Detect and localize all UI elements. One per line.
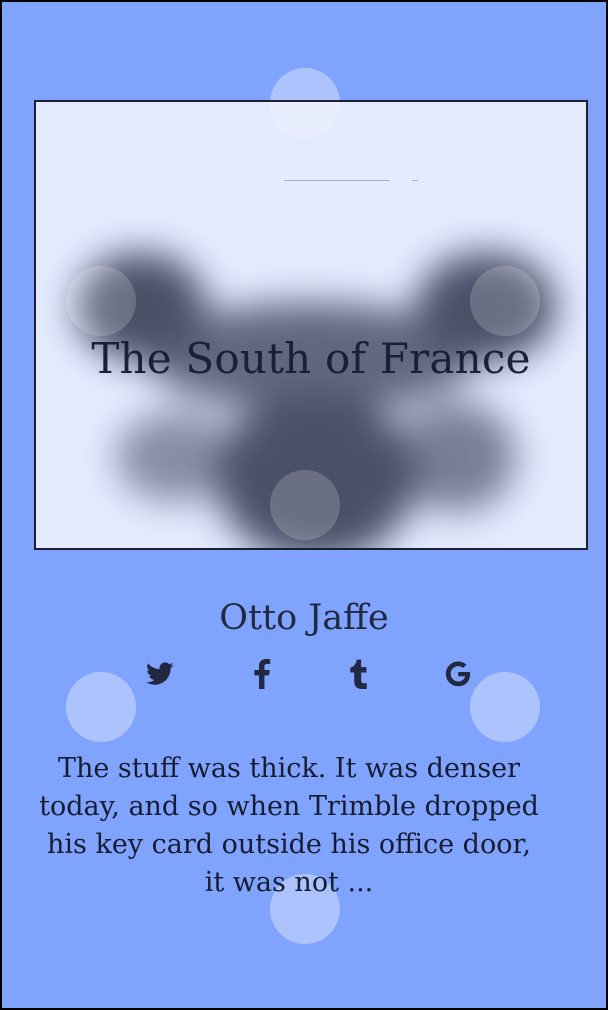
google-icon: [445, 661, 471, 687]
book-cover[interactable]: The South of France: [34, 100, 588, 550]
google-share-button[interactable]: [438, 656, 478, 692]
twitter-share-button[interactable]: [140, 656, 180, 692]
author-name[interactable]: Otto Jaffe: [2, 598, 606, 638]
facebook-share-button[interactable]: [242, 656, 282, 692]
cover-faint-lines: [284, 180, 424, 182]
tumblr-icon: [350, 659, 367, 689]
decorative-circle: [270, 470, 340, 540]
decorative-circle: [66, 266, 136, 336]
decorative-circle: [470, 266, 540, 336]
book-title: The South of France: [91, 334, 531, 383]
book-excerpt: The stuff was thick. It was denser today…: [39, 753, 539, 898]
facebook-icon: [254, 659, 271, 689]
tumblr-share-button[interactable]: [338, 656, 378, 692]
twitter-icon: [146, 662, 174, 685]
page-background: The South of France Otto Jaffe The stuff…: [2, 2, 606, 1008]
decorative-circle: [470, 672, 540, 742]
decorative-circle: [66, 672, 136, 742]
